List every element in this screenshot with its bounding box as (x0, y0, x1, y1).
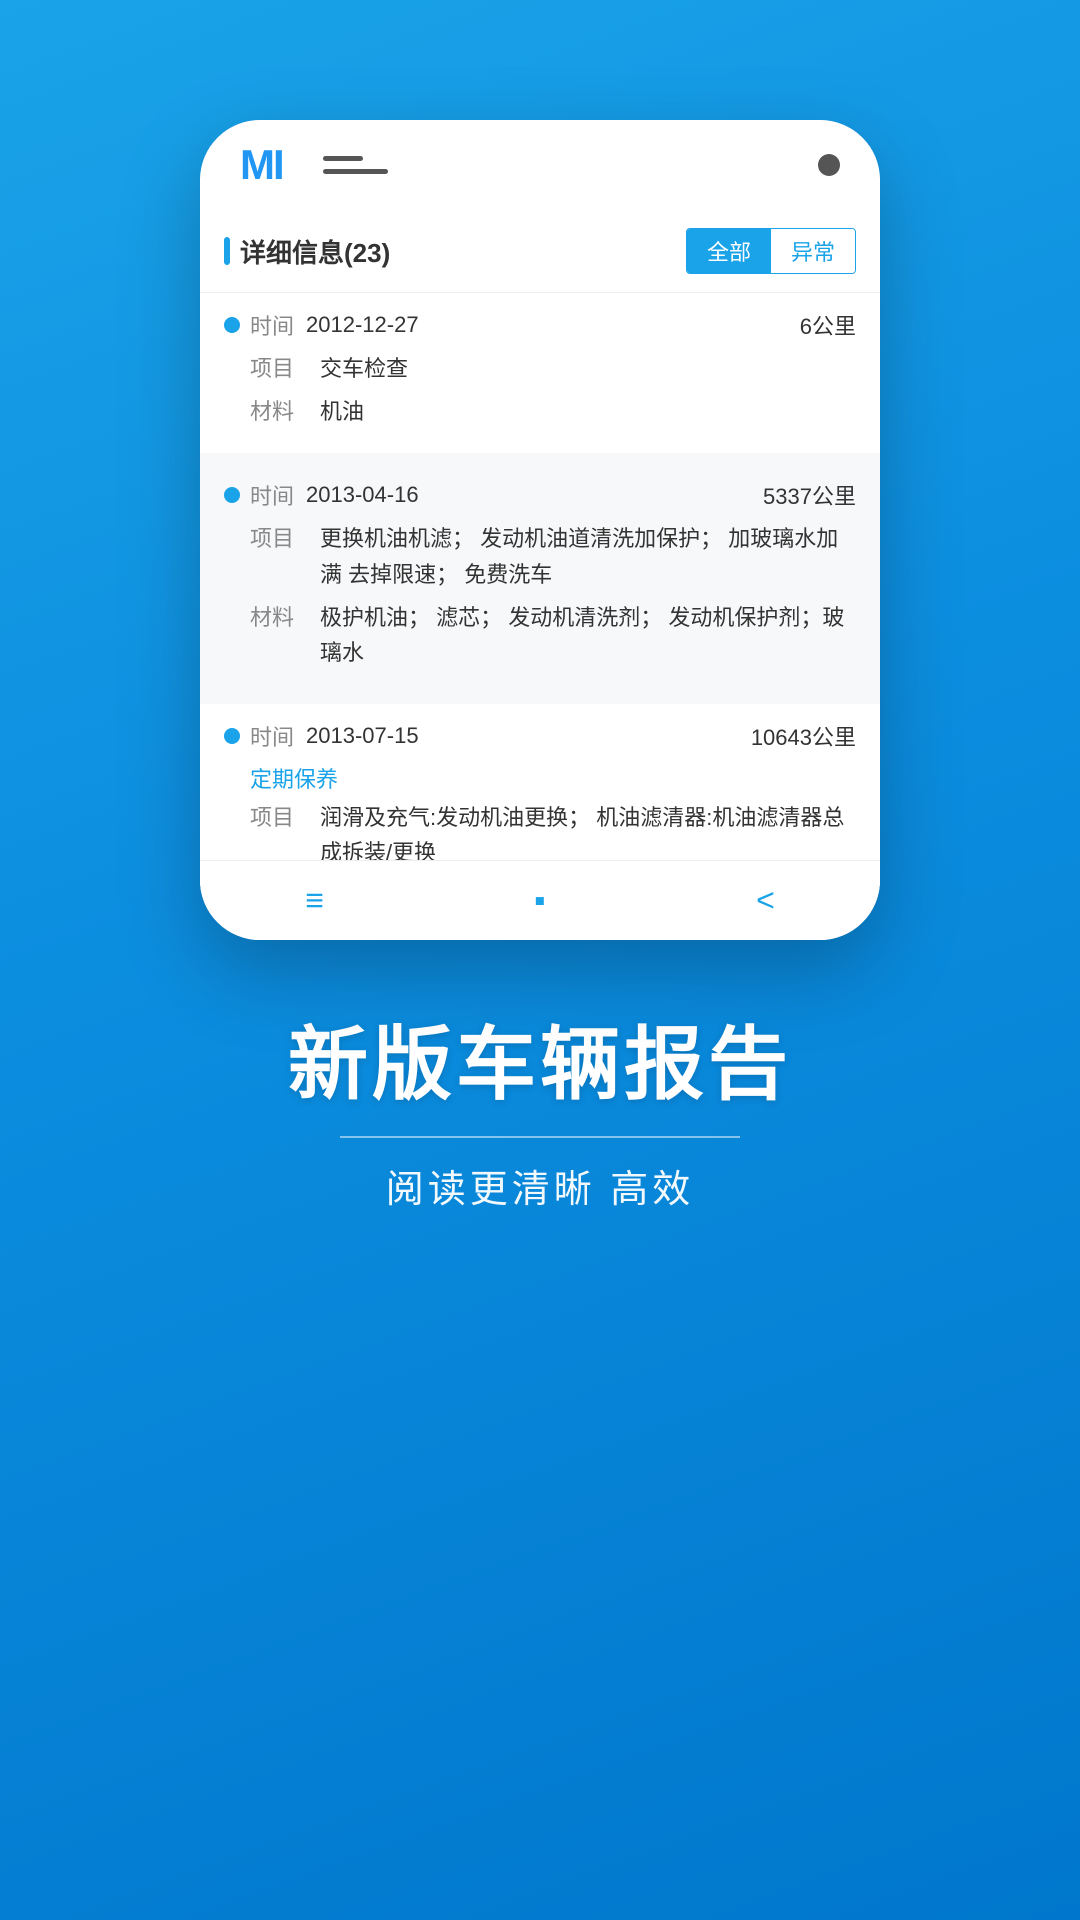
header-accent-bar (224, 237, 230, 265)
nav-home-icon[interactable]: ▪ (534, 882, 545, 919)
record-tag-3: 定期保养 (224, 762, 856, 794)
nav-back-icon[interactable]: < (756, 882, 775, 919)
record-time-row-2: 时间 2013-04-16 5337公里 (224, 479, 856, 511)
header-title: 详细信息(23) (240, 233, 686, 270)
main-title: 新版车辆报告 (288, 1000, 792, 1116)
item-label-1: 项目 (250, 351, 320, 386)
material-label-2: 材料 (250, 600, 320, 670)
time-label-3: 时间 (250, 720, 294, 752)
screen-header: 详细信息(23) 全部 异常 (200, 210, 880, 293)
record-dot-3 (224, 728, 240, 744)
record-item-3: 时间 2013-07-15 10643公里 定期保养 项目 润滑及充气:发动机油… (200, 704, 880, 860)
item-value-2: 更换机油机滤； 发动机油道清洗加保护； 加玻璃水加满 去掉限速； 免费洗车 (320, 521, 856, 591)
signal-lines (323, 156, 388, 174)
tab-abnormal[interactable]: 异常 (771, 229, 855, 273)
record-item-1: 时间 2012-12-27 6公里 项目 交车检查 材料 机油 (200, 293, 880, 453)
tab-all[interactable]: 全部 (687, 229, 771, 273)
time-label-2: 时间 (250, 479, 294, 511)
record-row-3-item: 项目 润滑及充气:发动机油更换； 机油滤清器:机油滤清器总成拆装/更换 (224, 800, 856, 860)
record-row-2-item: 项目 更换机油机滤； 发动机油道清洗加保护； 加玻璃水加满 去掉限速； 免费洗车 (224, 521, 856, 591)
record-time-row-3: 时间 2013-07-15 10643公里 (224, 720, 856, 752)
time-value-2: 2013-04-16 (306, 482, 763, 508)
record-row-1-material: 材料 机油 (224, 394, 856, 429)
item-value-3: 润滑及充气:发动机油更换； 机油滤清器:机油滤清器总成拆装/更换 (320, 800, 856, 860)
time-label-1: 时间 (250, 309, 294, 341)
record-dot-1 (224, 317, 240, 333)
signal-line-1 (323, 156, 363, 161)
mileage-2: 5337公里 (763, 479, 856, 511)
item-label-2: 项目 (250, 521, 320, 591)
mileage-1: 6公里 (800, 309, 856, 341)
record-row-1-item: 项目 交车检查 (224, 351, 856, 386)
record-dot-2 (224, 487, 240, 503)
mileage-3: 10643公里 (751, 720, 856, 752)
record-item-2: 时间 2013-04-16 5337公里 项目 更换机油机滤； 发动机油道清洗加… (200, 463, 880, 694)
phone-mockup: MI 详细信息(23) 全部 异常 时间 (200, 120, 880, 940)
signal-line-2 (323, 169, 388, 174)
time-value-3: 2013-07-15 (306, 723, 751, 749)
record-time-row-1: 时间 2012-12-27 6公里 (224, 309, 856, 341)
phone-top-bar: MI (200, 120, 880, 210)
header-tabs[interactable]: 全部 异常 (686, 228, 856, 274)
mi-logo: MI (240, 141, 283, 189)
record-row-2-material: 材料 极护机油； 滤芯； 发动机清洗剂； 发动机保护剂；玻璃水 (224, 600, 856, 670)
material-label-1: 材料 (250, 394, 320, 429)
item-label-3: 项目 (250, 800, 320, 860)
record-list: 时间 2012-12-27 6公里 项目 交车检查 材料 机油 (200, 293, 880, 860)
sub-title: 阅读更清晰 高效 (386, 1158, 695, 1213)
time-value-1: 2012-12-27 (306, 312, 800, 338)
nav-menu-icon[interactable]: ≡ (305, 882, 324, 919)
divider-line (340, 1136, 740, 1138)
screen-content: 详细信息(23) 全部 异常 时间 2012-12-27 6公里 项目 (200, 210, 880, 940)
bottom-section: 新版车辆报告 阅读更清晰 高效 (228, 1000, 852, 1213)
camera-dot (818, 154, 840, 176)
material-value-1: 机油 (320, 394, 856, 429)
phone-bottom-nav: ≡ ▪ < (200, 860, 880, 940)
item-value-1: 交车检查 (320, 351, 856, 386)
material-value-2: 极护机油； 滤芯； 发动机清洗剂； 发动机保护剂；玻璃水 (320, 600, 856, 670)
